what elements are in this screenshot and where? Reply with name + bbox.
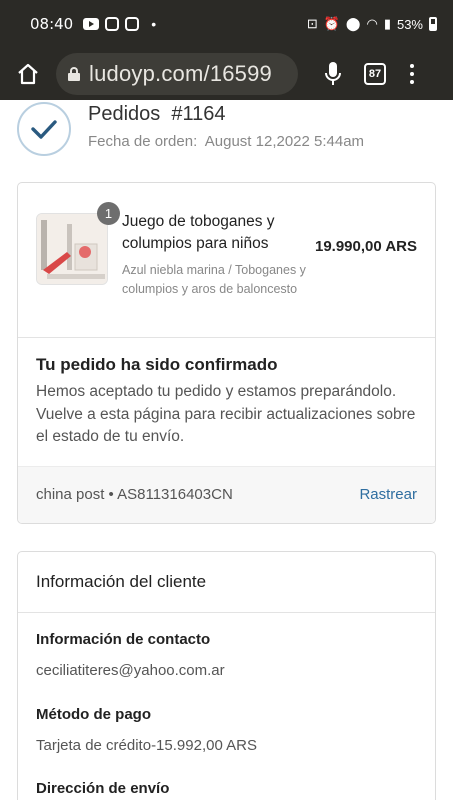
voice-search-button[interactable]	[320, 59, 346, 89]
product-name: Juego de toboganes y columpios para niño…	[122, 213, 275, 252]
battery-percent: 53%	[396, 16, 423, 32]
tab-switcher-button[interactable]: 87	[364, 63, 386, 85]
instagram-notification-icon-2	[125, 17, 140, 31]
confirmation-section: Tu pedido ha sido confirmado Hemos acept…	[36, 355, 421, 449]
order-date: Fecha de orden: August 12,2022 5:44am	[88, 133, 364, 150]
track-link[interactable]: Rastrear	[359, 486, 417, 503]
order-confirmed-check-icon	[17, 102, 71, 156]
signal-icon: ▮	[383, 16, 391, 31]
product-variant: Azul niebla marina / Toboganes y columpi…	[122, 263, 306, 296]
order-date-label: Fecha de orden:	[88, 133, 198, 150]
order-header: Pedidos #1164 Fecha de orden: August 12,…	[0, 100, 453, 170]
alarm-icon: ⏰	[323, 16, 340, 31]
lock-status-icon: ⊡	[306, 16, 318, 31]
product-line-item: 1 Juego de toboganes y columpios para ni…	[18, 183, 435, 337]
shipping-address-label: Dirección de envío	[36, 780, 170, 797]
confirmation-text: Hemos aceptado tu pedido y estamos prepa…	[36, 383, 416, 445]
contact-info-label: Información de contacto	[36, 631, 211, 648]
customer-info-title: Información del cliente	[36, 572, 207, 591]
dot-icon	[410, 72, 414, 76]
dot-icon	[410, 64, 414, 68]
youtube-notification-icon	[83, 18, 100, 30]
order-title: Pedidos #1164	[88, 103, 226, 125]
address-bar[interactable]: ludoyp.com/16599	[56, 53, 298, 95]
wifi-icon: ◠	[366, 16, 378, 31]
home-icon	[18, 63, 38, 85]
payment-method-label: Método de pago	[36, 706, 151, 723]
tracking-row: china post • AS811316403CN Rastrear	[18, 466, 435, 523]
confirmation-title: Tu pedido ha sido confirmado	[36, 355, 278, 374]
battery-icon	[429, 17, 437, 31]
more-notifications-dot-icon: •	[151, 16, 157, 32]
status-bar: 08:40 • ⊡ ⏰ ⬤ ◠ ▮ 53%	[0, 0, 453, 48]
payment-method-value: Tarjeta de crédito-15.992,00 ARS	[36, 737, 257, 754]
order-summary-card: 1 Juego de toboganes y columpios para ni…	[17, 182, 436, 524]
divider	[18, 337, 435, 338]
contact-email: ceciliatiteres@yahoo.com.ar	[36, 662, 225, 679]
home-button[interactable]	[14, 60, 42, 88]
microphone-icon	[325, 62, 341, 85]
browser-toolbar: ludoyp.com/16599 87	[0, 48, 453, 100]
clock: 08:40	[30, 15, 74, 33]
lock-icon	[68, 67, 80, 81]
url-text: ludoyp.com/16599	[89, 61, 272, 86]
dot-icon	[410, 80, 414, 84]
customer-info-card: Información del cliente Información de c…	[17, 551, 436, 800]
product-thumbnail	[36, 213, 108, 285]
location-icon: ⬤	[345, 16, 361, 31]
quantity-badge: 1	[97, 202, 120, 225]
product-price: 19.990,00 ARS	[314, 238, 417, 255]
tracking-number: china post • AS811316403CN	[36, 486, 233, 503]
divider	[18, 612, 435, 613]
order-date-value: August 12,2022 5:44am	[204, 133, 365, 150]
instagram-notification-icon	[105, 17, 120, 31]
more-menu-button[interactable]	[402, 59, 422, 89]
